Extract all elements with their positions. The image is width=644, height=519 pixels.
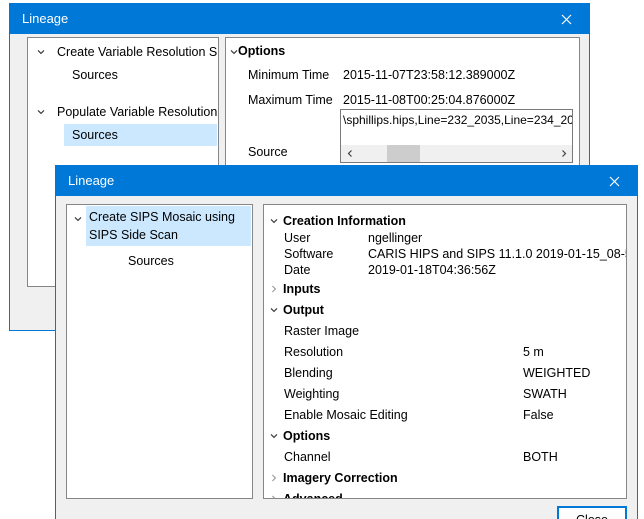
chevron-down-icon[interactable] — [36, 47, 46, 57]
property-label: Date — [264, 263, 310, 277]
chevron-down-icon[interactable] — [36, 107, 46, 117]
section-header-label: Options — [238, 44, 285, 58]
chevron-right-icon — [560, 149, 568, 158]
chevron-right-icon[interactable] — [269, 284, 279, 294]
property-value: CARIS HIPS and SIPS 11.1.0 2019-01-15_08… — [368, 247, 627, 261]
property-row: Enable Mosaic Editing False — [264, 404, 626, 425]
chevron-down-icon[interactable] — [73, 214, 83, 224]
section-header-options[interactable]: Options — [264, 425, 626, 446]
tree-item-sources-2-selected[interactable]: Sources — [28, 124, 218, 146]
tree-item-sources[interactable]: Sources — [67, 251, 252, 271]
chevron-left-icon — [346, 149, 354, 158]
section-header-creation-information[interactable]: Creation Information — [264, 211, 626, 230]
property-label: Enable Mosaic Editing — [264, 408, 408, 422]
property-label: Resolution — [264, 345, 343, 359]
tree-item-label: Populate Variable Resolution... — [57, 105, 219, 119]
section-header-inputs[interactable]: Inputs — [264, 278, 626, 299]
horizontal-scrollbar[interactable] — [341, 145, 572, 162]
property-label: Weighting — [264, 387, 339, 401]
desktop: Lineage Create Variable Resolution S... … — [0, 0, 644, 519]
close-icon — [609, 176, 620, 187]
property-row: Resolution 5 m — [264, 341, 626, 362]
property-label: Blending — [264, 366, 333, 380]
property-value: BOTH — [523, 450, 558, 464]
section-header-label: Options — [283, 429, 330, 443]
window-title: Lineage — [22, 11, 68, 26]
chevron-right-icon[interactable] — [269, 494, 279, 500]
property-row: User ngellinger — [264, 230, 626, 246]
lineage-properties-pane-front: Creation Information User ngellinger Sof… — [263, 204, 627, 499]
property-label: Software — [264, 247, 333, 261]
section-header-imagery-correction[interactable]: Imagery Correction — [264, 467, 626, 488]
property-label: Channel — [264, 450, 331, 464]
property-label: Minimum Time — [248, 68, 329, 82]
close-button[interactable] — [544, 4, 589, 34]
tree-item-create-sips-mosaic-selected[interactable]: Create SIPS Mosaic using SIPS Side Scan — [67, 206, 252, 246]
section-header-label: Advanced — [283, 492, 343, 500]
tree-item-label: Sources — [128, 254, 174, 268]
property-value: 2019-01-18T04:36:56Z — [368, 263, 496, 277]
property-value: WEIGHTED — [523, 366, 590, 380]
tree-item-sources-1[interactable]: Sources — [28, 64, 218, 86]
property-label: Maximum Time — [248, 93, 333, 107]
section-header-advanced[interactable]: Advanced — [264, 488, 626, 499]
lineage-tree-pane-front: Create SIPS Mosaic using SIPS Side Scan … — [66, 204, 253, 499]
property-row: Weighting SWATH — [264, 383, 626, 404]
tree-item-populate-vr[interactable]: Populate Variable Resolution... — [28, 101, 218, 123]
properties-list: Creation Information User ngellinger Sof… — [264, 205, 626, 498]
scrollbar-thumb[interactable] — [387, 145, 420, 162]
titlebar-front[interactable]: Lineage — [56, 166, 637, 196]
scroll-right-arrow[interactable] — [555, 145, 572, 162]
source-text[interactable]: \sphillips.hips,Line=232_2035,Line=234_2… — [341, 110, 572, 127]
chevron-down-icon[interactable] — [269, 216, 279, 226]
property-row: Channel BOTH — [264, 446, 626, 467]
section-header-label: Creation Information — [283, 214, 406, 228]
property-row: Blending WEIGHTED — [264, 362, 626, 383]
scroll-left-arrow[interactable] — [341, 145, 358, 162]
property-value: False — [523, 408, 554, 422]
tree-item-label: Sources — [72, 68, 118, 82]
close-icon — [561, 14, 572, 25]
tree-item-create-vr[interactable]: Create Variable Resolution S... — [28, 41, 218, 63]
property-value: 2015-11-08T00:25:04.876000Z — [343, 93, 515, 107]
tree-item-label: Create Variable Resolution S... — [57, 45, 219, 59]
chevron-right-icon[interactable] — [269, 473, 279, 483]
window-title: Lineage — [68, 173, 114, 188]
property-row: Raster Image — [264, 320, 626, 341]
property-label: Raster Image — [264, 324, 359, 338]
property-value: ngellinger — [368, 231, 422, 245]
section-header-label: Imagery Correction — [283, 471, 398, 485]
property-value: 5 m — [523, 345, 544, 359]
close-button[interactable] — [592, 166, 637, 196]
property-row: Minimum Time 2015-11-07T23:58:12.389000Z — [226, 68, 579, 86]
section-header-label: Inputs — [283, 282, 321, 296]
property-row: Software CARIS HIPS and SIPS 11.1.0 2019… — [264, 246, 626, 262]
source-textbox[interactable]: \sphillips.hips,Line=232_2035,Line=234_2… — [340, 109, 573, 163]
close-dialog-button[interactable]: Close — [557, 506, 627, 519]
section-header-label: Output — [283, 303, 324, 317]
chevron-down-icon[interactable] — [269, 305, 279, 315]
tree-item-label: Create SIPS Mosaic using SIPS Side Scan — [86, 206, 251, 246]
property-value: 2015-11-07T23:58:12.389000Z — [343, 68, 515, 82]
property-label-source: Source — [248, 145, 288, 159]
section-header-output[interactable]: Output — [264, 299, 626, 320]
titlebar-back[interactable]: Lineage — [10, 4, 589, 34]
property-row: Date 2019-01-18T04:36:56Z — [264, 262, 626, 278]
tree-item-label: Sources — [64, 124, 217, 146]
lineage-dialog-front: Lineage Create SIPS Mosaic using SIPS Si… — [55, 165, 638, 519]
chevron-down-icon[interactable] — [269, 431, 279, 441]
property-value: SWATH — [523, 387, 567, 401]
property-label: User — [264, 231, 310, 245]
